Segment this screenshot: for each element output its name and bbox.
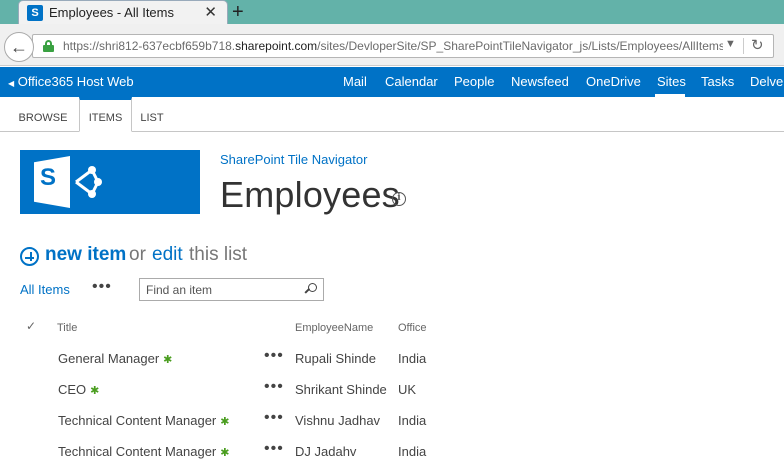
table-row[interactable]: Technical Content Manager ✱ ••• Vishnu Ja… (0, 409, 784, 444)
select-all-check-icon[interactable]: ✓ (26, 319, 36, 333)
column-header-employeename[interactable]: EmployeeName (295, 322, 373, 334)
page-title: Employees (220, 174, 400, 215)
tab-title: Employees - All Items (49, 5, 174, 20)
new-item-badge-icon: ✱ (220, 416, 230, 428)
url-text[interactable]: https://shri812-637ecbf659b718.sharepoin… (63, 39, 723, 53)
suite-bar: ◀ Office365 Host Web Mail Calendar Peopl… (0, 67, 784, 97)
row-employee-name: Rupali Shinde (295, 351, 376, 366)
item-menu-icon[interactable]: ••• (264, 440, 284, 458)
suite-link-sites[interactable]: Sites (657, 74, 686, 89)
share-nodes-icon (75, 166, 102, 198)
suite-home-link[interactable]: ◀ Office365 Host Web (8, 74, 134, 89)
new-item-badge-icon: ✱ (220, 447, 230, 459)
suite-link-delve[interactable]: Delve (750, 74, 783, 89)
plus-circle-icon[interactable] (20, 247, 39, 266)
new-item-badge-icon: ✱ (163, 354, 173, 366)
reload-icon[interactable]: ↻ (751, 36, 764, 54)
hero-or-text: or (129, 244, 146, 265)
new-item-link[interactable]: new item (45, 244, 126, 266)
back-arrow-icon: ← (10, 37, 28, 57)
row-title-link[interactable]: General Manager ✱ (58, 351, 172, 366)
table-row[interactable]: CEO ✱ ••• Shrikant Shinde UK (0, 378, 784, 413)
row-office: India (398, 351, 427, 366)
tab-browse[interactable]: BROWSE (12, 97, 74, 132)
row-title-link[interactable]: Technical Content Manager ✱ (58, 444, 229, 459)
table-row[interactable]: General Manager ✱ ••• Rupali Shinde India (0, 347, 784, 382)
suite-link-onedrive[interactable]: OneDrive (586, 74, 641, 89)
item-menu-icon[interactable]: ••• (264, 378, 284, 396)
suite-link-mail[interactable]: Mail (343, 74, 367, 89)
new-item-badge-icon: ✱ (90, 385, 100, 397)
site-logo[interactable]: S (20, 150, 200, 214)
search-box[interactable] (139, 278, 324, 301)
suite-link-calendar[interactable]: Calendar (385, 74, 438, 89)
chevron-left-icon: ◀ (8, 79, 15, 88)
tab-items[interactable]: ITEMS (79, 97, 132, 132)
sharepoint-favicon-icon: S (27, 5, 43, 21)
close-tab-icon[interactable]: ✕ (204, 3, 217, 21)
row-employee-name: DJ Jadahv (295, 444, 357, 459)
view-all-items-link[interactable]: All Items (20, 282, 70, 297)
divider (743, 38, 744, 54)
row-employee-name: Shrikant Shinde (295, 382, 387, 397)
new-tab-button[interactable]: + (232, 0, 244, 24)
search-icon[interactable] (304, 283, 318, 296)
row-title-link[interactable]: Technical Content Manager ✱ (58, 413, 229, 428)
suite-link-newsfeed[interactable]: Newsfeed (511, 74, 569, 89)
address-bar[interactable]: https://shri812-637ecbf659b718.sharepoin… (32, 34, 774, 58)
info-icon[interactable]: i (392, 192, 406, 206)
item-menu-icon[interactable]: ••• (264, 347, 284, 365)
browser-tab[interactable]: S Employees - All Items ✕ (18, 0, 228, 24)
row-office: India (398, 444, 427, 459)
column-header-title[interactable]: Title (57, 322, 77, 334)
chevron-down-icon[interactable]: ▼ (725, 38, 736, 50)
lock-icon (43, 40, 54, 52)
back-button[interactable]: ← (4, 32, 34, 62)
hero-this-list-text: this list (189, 244, 248, 265)
table-row[interactable]: Technical Content Manager ✱ ••• DJ Jadahv… (0, 440, 784, 475)
search-input[interactable] (146, 283, 296, 297)
edit-list-link[interactable]: edit (152, 244, 183, 266)
row-office: UK (398, 382, 417, 397)
row-employee-name: Vishnu Jadhav (295, 413, 381, 428)
column-header-office[interactable]: Office (398, 322, 427, 334)
row-title-link[interactable]: CEO ✱ (58, 382, 99, 397)
browser-tab-strip: S Employees - All Items ✕ + (0, 0, 784, 24)
suite-link-people[interactable]: People (454, 74, 494, 89)
logo-letter: S (40, 164, 57, 191)
more-views-icon[interactable]: ••• (92, 278, 112, 296)
site-title-link[interactable]: SharePoint Tile Navigator (220, 152, 367, 167)
item-menu-icon[interactable]: ••• (264, 409, 284, 427)
tab-list[interactable]: LIST (132, 97, 172, 132)
row-office: India (398, 413, 427, 428)
suite-link-tasks[interactable]: Tasks (701, 74, 734, 89)
ribbon-tabs: BROWSE ITEMS LIST (0, 97, 784, 132)
